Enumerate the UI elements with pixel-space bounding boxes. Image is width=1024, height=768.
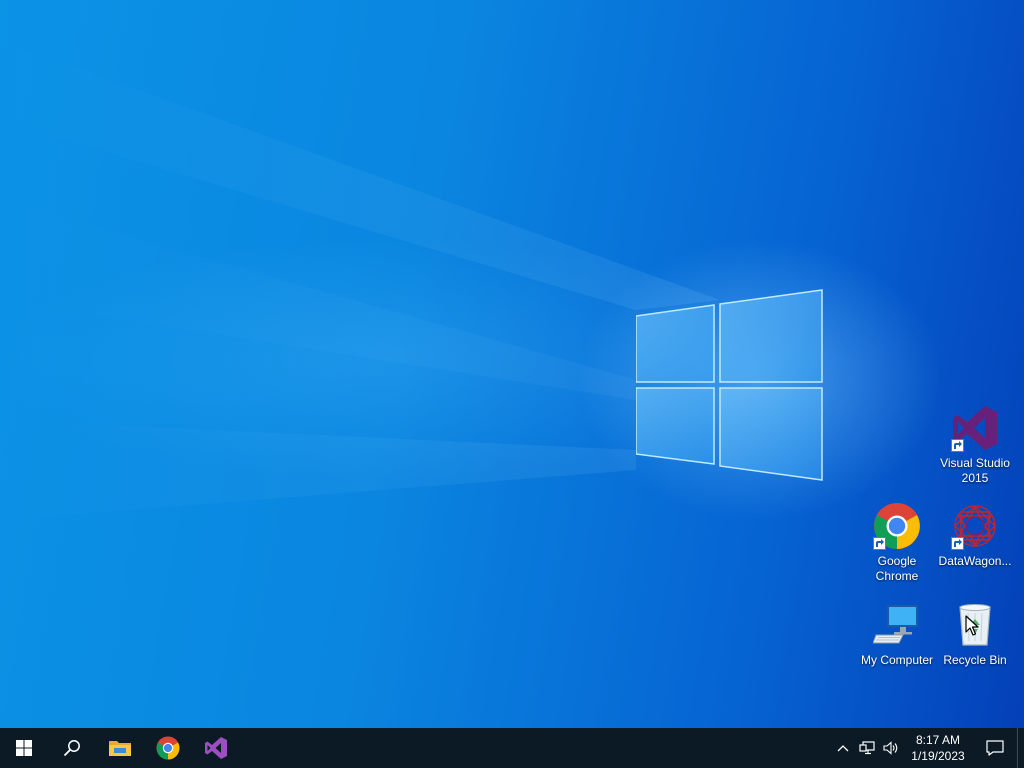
windows-start-icon bbox=[16, 740, 32, 756]
network-button[interactable] bbox=[855, 728, 879, 768]
desktop-icon-label: Google Chrome bbox=[875, 554, 919, 583]
clock[interactable]: 8:17 AM 1/19/2023 bbox=[903, 728, 973, 768]
chrome-icon bbox=[156, 736, 180, 760]
chrome-icon bbox=[873, 502, 921, 550]
desktop-icon-datawagon[interactable]: DataWagon... bbox=[936, 502, 1014, 569]
datawagon-icon bbox=[951, 502, 999, 550]
file-explorer-icon bbox=[109, 741, 131, 756]
visual-studio-icon bbox=[951, 404, 999, 452]
taskbar-file-explorer[interactable] bbox=[96, 728, 144, 768]
start-button[interactable] bbox=[0, 728, 48, 768]
windows-logo-wallpaper bbox=[636, 289, 823, 481]
action-center-button[interactable] bbox=[973, 728, 1017, 768]
volume-icon bbox=[883, 741, 898, 755]
taskbar: 8:17 AM 1/19/2023 bbox=[0, 728, 1024, 768]
network-icon bbox=[859, 741, 875, 755]
chevron-up-icon bbox=[837, 745, 849, 752]
shortcut-arrow-icon bbox=[951, 439, 964, 452]
desktop-icon-label: Visual Studio 2015 bbox=[940, 456, 1010, 485]
taskbar-visual-studio[interactable] bbox=[192, 728, 240, 768]
show-desktop-button[interactable] bbox=[1017, 728, 1024, 768]
computer-icon bbox=[872, 601, 921, 649]
desktop-icon-label: DataWagon... bbox=[938, 554, 1012, 568]
clock-time: 8:17 AM bbox=[915, 733, 961, 747]
show-hidden-icons-button[interactable] bbox=[831, 728, 855, 768]
clock-date: 1/19/2023 bbox=[911, 749, 965, 763]
desktop-icon-visual-studio[interactable]: Visual Studio 2015 bbox=[936, 404, 1014, 486]
desktop-icon-label: My Computer bbox=[860, 653, 934, 667]
desktop-icon-my-computer[interactable]: My Computer bbox=[858, 601, 936, 668]
search-button[interactable] bbox=[48, 728, 96, 768]
volume-button[interactable] bbox=[879, 728, 903, 768]
desktop[interactable]: Visual Studio 2015 Google Chrome DataWag… bbox=[0, 0, 1024, 728]
notification-icon bbox=[986, 740, 1004, 756]
desktop-icon-google-chrome[interactable]: Google Chrome bbox=[858, 502, 936, 584]
visual-studio-icon bbox=[205, 737, 227, 759]
desktop-icon-label: Recycle Bin bbox=[943, 653, 1007, 667]
mouse-cursor-icon bbox=[965, 615, 979, 636]
system-tray: 8:17 AM 1/19/2023 bbox=[831, 728, 1024, 768]
shortcut-arrow-icon bbox=[951, 537, 964, 550]
taskbar-chrome[interactable] bbox=[144, 728, 192, 768]
search-icon bbox=[63, 740, 80, 757]
shortcut-arrow-icon bbox=[873, 537, 886, 550]
